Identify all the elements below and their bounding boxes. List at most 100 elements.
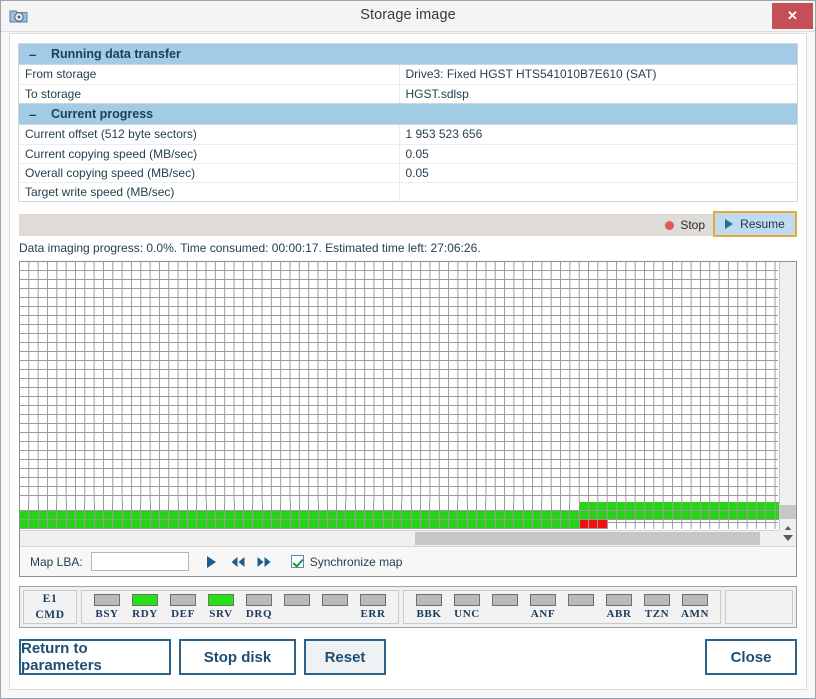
drive-status-bar: E1 CMD BSY RDY DEF SRV DRQ ERR BBK UNC ANF ABR TZ… <box>19 586 797 628</box>
command-label: CMD <box>35 609 65 621</box>
map-goto-button[interactable] <box>199 552 225 572</box>
group-title: Running data transfer <box>51 46 181 61</box>
led-cell: BSY <box>88 593 126 621</box>
led-cell: RDY <box>126 593 164 621</box>
map-vertical-scroll-thumb[interactable] <box>780 505 796 519</box>
led-cell <box>486 593 524 621</box>
close-button[interactable]: Close <box>705 639 797 675</box>
group-title: Current progress <box>51 106 154 121</box>
group-header-running-data-transfer[interactable]: – Running data transfer <box>19 44 797 65</box>
dialog-buttons: Return to parameters Stop disk Reset Clo… <box>19 639 797 677</box>
collapse-icon[interactable]: – <box>29 104 45 125</box>
row-value: HGST.sdlsp <box>405 86 469 101</box>
led-indicator-icon <box>644 593 670 606</box>
panel-running-data-transfer: – Running data transfer From storage Dri… <box>18 43 798 104</box>
led-label: BSY <box>95 607 119 620</box>
window-title: Storage image <box>360 7 456 23</box>
window-content: – Running data transfer From storage Dri… <box>9 33 807 690</box>
group-header-current-progress[interactable]: – Current progress <box>19 104 797 125</box>
map-lba-label: Map LBA: <box>30 554 83 569</box>
led-cell: UNC <box>448 593 486 621</box>
play-icon <box>207 555 217 568</box>
sector-map[interactable]: Map LBA: Synchronize map <box>19 261 797 577</box>
led-label: ABR <box>606 607 632 620</box>
led-label: ANF <box>530 607 556 620</box>
reset-button[interactable]: Reset <box>304 639 386 675</box>
row-label: Current copying speed (MB/sec) <box>19 144 400 164</box>
sector-map-blocks <box>20 502 796 529</box>
led-indicator-icon <box>132 593 158 606</box>
status-register-group: BSY RDY DEF SRV DRQ ERR <box>81 590 399 624</box>
table-row: From storage Drive3: Fixed HGST HTS54101… <box>19 65 797 85</box>
scroll-corner <box>779 530 796 546</box>
row-value <box>399 182 797 201</box>
led-cell <box>278 593 316 621</box>
close-icon[interactable]: ✕ <box>772 3 813 29</box>
resume-button[interactable]: Resume <box>713 211 797 237</box>
row-label: Target write speed (MB/sec) <box>19 182 400 201</box>
checkbox-icon[interactable] <box>290 555 304 568</box>
sector-map-row <box>20 520 778 529</box>
progress-area: Stop Resume <box>19 211 797 237</box>
map-lba-input[interactable] <box>90 552 189 571</box>
led-label: TZN <box>644 607 670 620</box>
play-icon <box>725 219 734 229</box>
synchronize-map-label: Synchronize map <box>309 554 403 569</box>
row-value: 0.05 <box>399 163 797 183</box>
map-controls: Map LBA: Synchronize map <box>20 546 796 576</box>
led-indicator-icon <box>454 593 480 606</box>
map-horizontal-scrollbar[interactable] <box>20 530 796 546</box>
sector-map-row <box>20 502 796 511</box>
row-label: Overall copying speed (MB/sec) <box>19 163 400 183</box>
led-label: BBK <box>416 607 442 620</box>
led-cell: BBK <box>410 593 448 621</box>
synchronize-map-checkbox[interactable]: Synchronize map <box>290 554 403 569</box>
led-indicator-icon <box>530 593 556 606</box>
stop-button-label: Stop <box>680 218 705 232</box>
led-indicator-icon <box>360 593 386 606</box>
storage-image-window: Storage image ✕ – Running data transfer … <box>0 0 816 699</box>
table-current-progress: Current offset (512 byte sectors) 1 953 … <box>19 125 797 201</box>
rewind-icon <box>231 556 245 567</box>
map-next-button[interactable] <box>251 552 277 572</box>
led-indicator-icon <box>606 593 632 606</box>
row-value: Drive3: Fixed HGST HTS541010B7E610 (SAT) <box>399 65 797 85</box>
led-cell: ABR <box>600 593 638 621</box>
stop-icon <box>665 220 675 230</box>
stop-disk-button[interactable]: Stop disk <box>179 639 296 675</box>
led-indicator-icon <box>208 593 234 606</box>
map-horizontal-scroll-thumb[interactable] <box>415 532 760 545</box>
led-cell <box>562 593 600 621</box>
led-label: ERR <box>360 607 386 620</box>
row-label: To storage <box>19 84 400 103</box>
fast-forward-icon <box>257 556 271 567</box>
row-value: 1 953 523 656 <box>399 125 797 145</box>
led-cell: ANF <box>524 593 562 621</box>
sector-map-row <box>20 511 796 520</box>
led-indicator-icon <box>246 593 272 606</box>
command-code: E1 <box>42 593 58 605</box>
status-spare-group <box>725 590 793 624</box>
led-cell <box>316 593 354 621</box>
table-row: Current copying speed (MB/sec) 0.05 <box>19 144 797 164</box>
command-block: E1 CMD <box>23 590 77 624</box>
stop-button[interactable]: Stop <box>659 214 711 236</box>
resume-button-label: Resume <box>740 217 785 231</box>
led-label: UNC <box>454 607 480 620</box>
table-row: Target write speed (MB/sec) <box>19 182 797 201</box>
row-value: 0.05 <box>399 144 797 164</box>
led-label: RDY <box>132 607 158 620</box>
collapse-icon[interactable]: – <box>29 44 45 65</box>
sector-map-grid <box>20 262 778 529</box>
map-prev-button[interactable] <box>225 552 251 572</box>
led-indicator-icon <box>492 593 518 606</box>
error-register-group: BBK UNC ANF ABR TZN AMN <box>403 590 721 624</box>
led-indicator-icon <box>322 593 348 606</box>
led-label: SRV <box>209 607 233 620</box>
led-cell: AMN <box>676 593 714 621</box>
table-running-data-transfer: From storage Drive3: Fixed HGST HTS54101… <box>19 65 797 103</box>
led-indicator-icon <box>170 593 196 606</box>
return-to-parameters-button[interactable]: Return to parameters <box>19 639 171 675</box>
led-cell: DRQ <box>240 593 278 621</box>
map-vertical-scrollbar[interactable] <box>779 262 796 555</box>
